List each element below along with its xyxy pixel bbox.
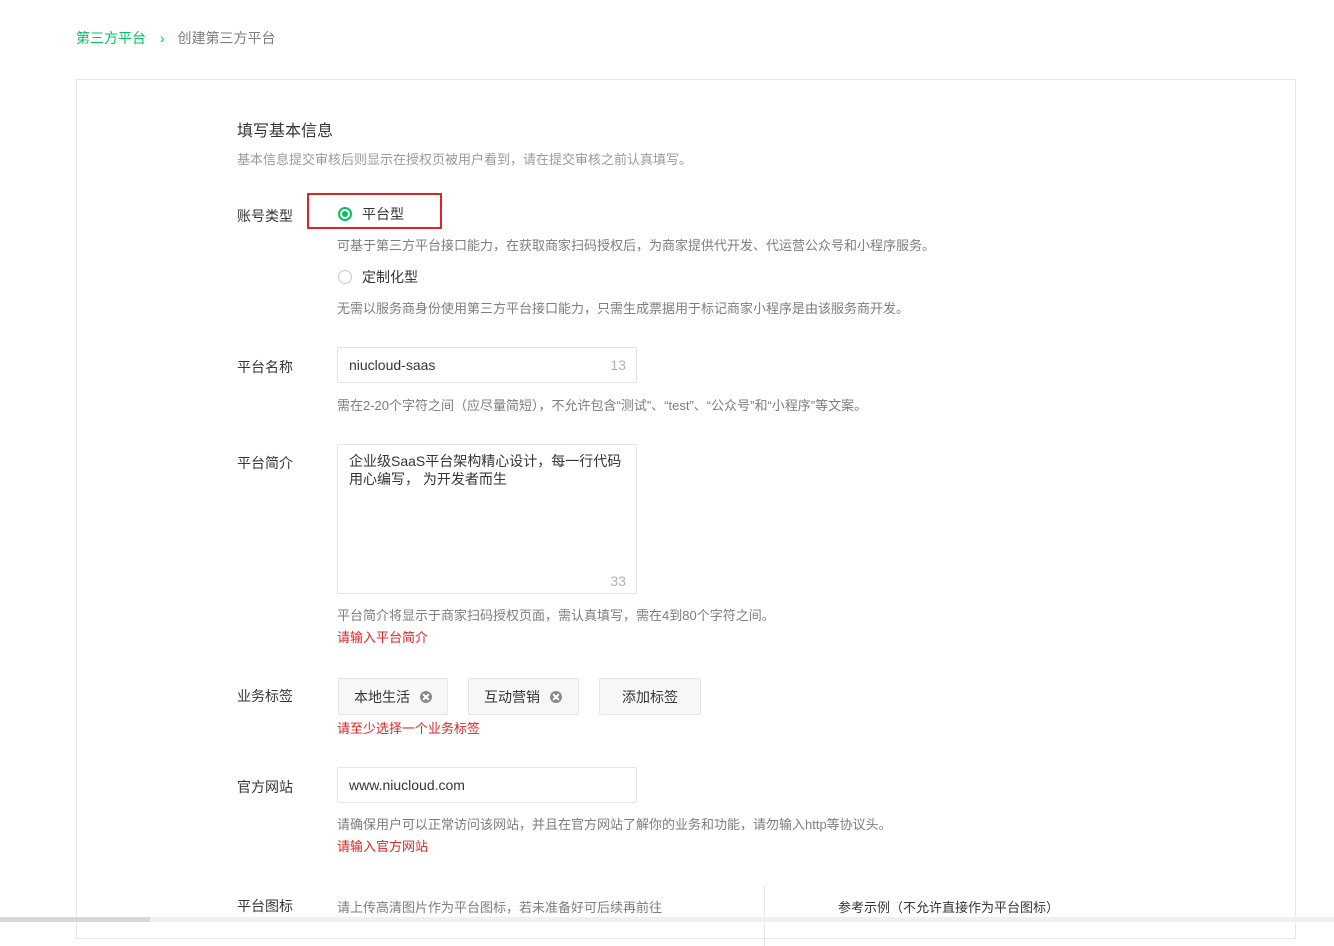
breadcrumb: 第三方平台 › 创建第三方平台: [76, 29, 275, 47]
platform-intro-char-count: 33: [610, 573, 626, 589]
platform-intro-hint: 平台简介将显示于商家扫码授权页面，需认真填写，需在4到80个字符之间。: [337, 608, 775, 623]
breadcrumb-current: 创建第三方平台: [177, 30, 276, 46]
tag-interactive-marketing-label: 互动营销: [484, 688, 540, 705]
platform-icon-label: 平台图标: [237, 898, 293, 914]
radio-custom-type[interactable]: 定制化型: [338, 267, 418, 287]
tag-local-life-label: 本地生活: [354, 688, 410, 705]
section-description: 基本信息提交审核后则显示在授权页被用户看到，请在提交审核之前认真填写。: [237, 152, 693, 167]
business-tags-error: 请至少选择一个业务标签: [337, 721, 481, 736]
website-label: 官方网站: [237, 779, 293, 795]
horizontal-scrollbar-thumb[interactable]: [0, 917, 150, 922]
platform-icon-hint: 请上传高清图片作为平台图标，若未准备好可后续再前往: [337, 900, 663, 915]
business-tags-label: 业务标签: [237, 688, 293, 704]
platform-name-hint: 需在2-20个字符之间（应尽量简短），不允许包含“测试”、“test”、“公众号…: [337, 398, 868, 413]
platform-name-char-count: 13: [610, 357, 626, 373]
close-icon[interactable]: [420, 690, 432, 703]
platform-name-label: 平台名称: [237, 359, 293, 375]
close-icon[interactable]: [550, 690, 562, 703]
icon-example-title: 参考示例（不允许直接作为平台图标）: [838, 900, 1060, 915]
custom-type-description: 无需以服务商身份使用第三方平台接口能力，只需生成票据用于标记商家小程序是由该服务…: [337, 301, 910, 316]
website-hint: 请确保用户可以正常访问该网站，并且在官方网站了解你的业务和功能，请勿输入http…: [337, 817, 892, 832]
breadcrumb-parent-link[interactable]: 第三方平台: [76, 30, 146, 46]
tag-interactive-marketing: 互动营销: [468, 678, 579, 715]
platform-intro-value: 企业级SaaS平台架构精心设计，每一行代码 用心编写， 为开发者而生: [349, 453, 622, 487]
website-value: www.niucloud.com: [349, 777, 465, 793]
platform-intro-error: 请输入平台简介: [337, 630, 429, 645]
chevron-right-icon: ›: [159, 30, 165, 46]
radio-platform-type-label: 平台型: [362, 206, 404, 222]
website-input[interactable]: www.niucloud.com: [337, 767, 637, 803]
website-error: 请输入官方网站: [337, 839, 429, 854]
platform-name-value: niucloud-saas: [349, 357, 436, 373]
add-tag-button[interactable]: 添加标签: [599, 678, 701, 715]
tag-local-life: 本地生活: [338, 678, 448, 715]
radio-unchecked-icon: [338, 270, 352, 284]
radio-custom-type-label: 定制化型: [362, 269, 418, 285]
section-title: 填写基本信息: [237, 123, 334, 140]
platform-intro-textarea[interactable]: 企业级SaaS平台架构精心设计，每一行代码 用心编写， 为开发者而生 33: [337, 444, 637, 594]
platform-intro-label: 平台简介: [237, 455, 293, 471]
radio-checked-icon: [338, 207, 352, 221]
platform-type-description: 可基于第三方平台接口能力，在获取商家扫码授权后，为商家提供代开发、代运营公众号和…: [337, 238, 936, 253]
horizontal-scrollbar-track[interactable]: [0, 917, 1334, 922]
account-type-label: 账号类型: [237, 208, 293, 224]
platform-name-input[interactable]: niucloud-saas 13: [337, 347, 637, 383]
form-card: 填写基本信息 基本信息提交审核后则显示在授权页被用户看到，请在提交审核之前认真填…: [76, 79, 1296, 946]
divider: [764, 886, 765, 946]
radio-platform-type[interactable]: 平台型: [338, 204, 404, 224]
